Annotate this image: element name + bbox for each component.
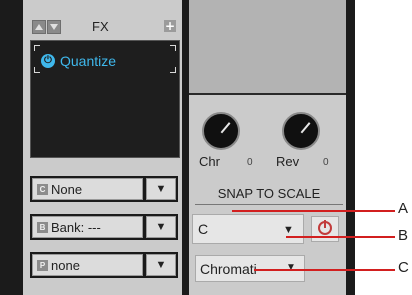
chevron-down-icon[interactable]: ▼ bbox=[146, 178, 176, 200]
scale-key-dropdown[interactable]: C ▼ bbox=[192, 214, 304, 244]
callout-label-c: C bbox=[398, 259, 409, 276]
callout-label-b: B bbox=[398, 227, 409, 244]
chorus-label: Chr bbox=[199, 154, 220, 169]
chorus-value: 0 bbox=[247, 157, 253, 168]
knob-pointer bbox=[220, 122, 231, 134]
channel-value: None bbox=[51, 181, 83, 197]
reverb-value: 0 bbox=[323, 157, 329, 168]
reverb-knob[interactable] bbox=[282, 112, 320, 150]
reverb-label: Rev bbox=[276, 154, 300, 169]
chevron-down-icon[interactable]: ▼ bbox=[146, 216, 176, 238]
scale-type-value: Chromati bbox=[200, 261, 257, 277]
fx-title: FX bbox=[92, 19, 109, 34]
patch-value: none bbox=[51, 257, 80, 273]
patch-selector[interactable]: Pnone ▼ bbox=[30, 252, 178, 278]
callout-line-c bbox=[254, 269, 395, 271]
fx-item-quantize[interactable]: ⏻ Quantize bbox=[41, 53, 116, 69]
snap-to-scale-title: SNAP TO SCALE bbox=[195, 186, 343, 205]
snap-power-button[interactable] bbox=[311, 216, 339, 242]
corner-bracket bbox=[170, 67, 176, 73]
patch-tag-icon: P bbox=[37, 259, 48, 271]
move-down-icon[interactable] bbox=[47, 20, 61, 34]
chevron-down-icon[interactable]: ▼ bbox=[146, 254, 176, 276]
bank-selector[interactable]: B Bank: --- ▼ bbox=[30, 214, 178, 240]
channel-tag-icon: C bbox=[37, 183, 48, 195]
fx-bin[interactable]: ⏻ Quantize bbox=[30, 40, 180, 158]
move-up-icon[interactable] bbox=[32, 20, 46, 34]
plus-icon[interactable]: + bbox=[164, 20, 176, 32]
corner-bracket bbox=[34, 45, 40, 51]
corner-bracket bbox=[34, 67, 40, 73]
chevron-down-icon[interactable]: ▼ bbox=[282, 259, 300, 277]
bank-value: Bank: --- bbox=[51, 219, 101, 235]
power-icon[interactable]: ⏻ bbox=[41, 54, 55, 68]
corner-bracket bbox=[170, 45, 176, 51]
callout-line-b bbox=[286, 236, 395, 238]
right-panel-top bbox=[189, 0, 346, 95]
fx-item-label: Quantize bbox=[60, 53, 117, 69]
scale-key-value: C bbox=[198, 221, 209, 237]
callout-label-a: A bbox=[398, 200, 409, 217]
callout-line-a bbox=[232, 210, 395, 212]
bank-tag-icon: B bbox=[37, 221, 48, 233]
fx-header: FX + bbox=[30, 17, 178, 37]
knob-pointer bbox=[300, 122, 311, 134]
chorus-knob[interactable] bbox=[202, 112, 240, 150]
chevron-down-icon[interactable]: ▼ bbox=[283, 224, 294, 236]
channel-selector[interactable]: C None ▼ bbox=[30, 176, 178, 202]
